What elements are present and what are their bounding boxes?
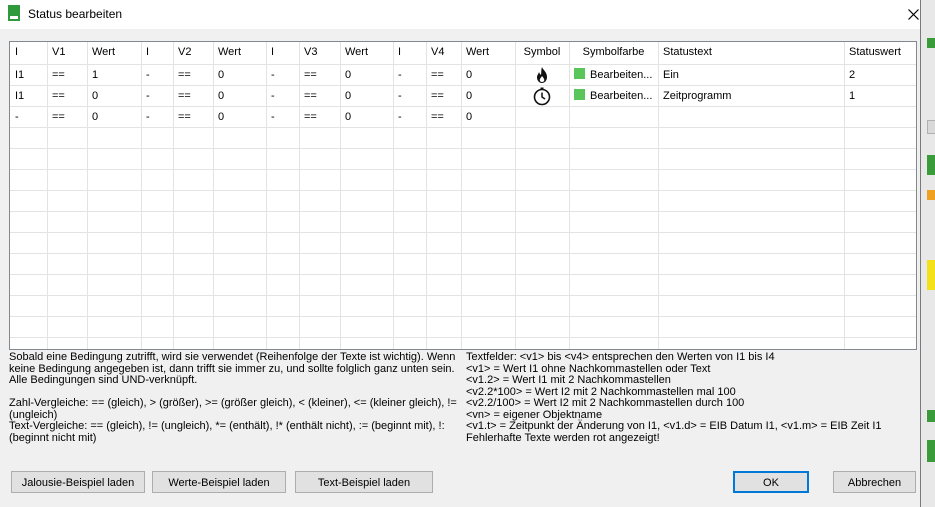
column-header: V2 <box>178 46 192 58</box>
column-header: Wert <box>466 46 490 58</box>
table-cell: == <box>52 69 65 81</box>
table-cell: - <box>398 69 402 81</box>
table-cell: == <box>431 90 444 102</box>
symbol-cell <box>515 86 569 106</box>
column-header: V4 <box>431 46 445 58</box>
column-header: Symbolfarbe <box>582 46 645 58</box>
statustext-cell: Zeitprogramm <box>663 90 732 102</box>
table-cell: 0 <box>345 111 352 123</box>
status-table[interactable]: I V1 Wert I V2 Wert I V3 Wert I V4 Wert Symbol Symbol… <box>9 41 917 350</box>
table-cell: == <box>178 111 191 123</box>
table-cell: == <box>52 111 65 123</box>
statuswert-cell: 2 <box>849 69 856 81</box>
column-header: V1 <box>52 46 66 58</box>
symbol-color-cell[interactable]: Bearbeiten... <box>569 65 658 85</box>
cancel-button[interactable]: Abbrechen <box>833 471 916 493</box>
column-header: Wert <box>92 46 116 58</box>
table-cell: 0 <box>92 90 99 102</box>
grid-line <box>10 253 916 254</box>
color-swatch <box>574 89 585 100</box>
help-text-conditions: Sobald eine Bedingung zutrifft, wird sie… <box>9 351 457 444</box>
flame-icon <box>537 67 547 83</box>
grid-line <box>10 316 916 317</box>
grid-line <box>10 274 916 275</box>
clock-icon <box>533 87 551 106</box>
table-cell: - <box>271 90 275 102</box>
symbol-cell <box>515 65 569 85</box>
load-text-example-button[interactable]: Text-Beispiel laden <box>295 471 433 493</box>
window-title: Status bearbeiten <box>28 7 123 21</box>
table-cell: - <box>271 111 275 123</box>
column-header: Statustext <box>663 46 712 58</box>
close-icon <box>907 9 919 20</box>
table-cell: 0 <box>92 111 99 123</box>
table-cell: 0 <box>218 111 225 123</box>
table-cell: == <box>304 111 317 123</box>
column-header: Symbol <box>523 46 561 58</box>
table-cell: 0 <box>218 69 225 81</box>
statuswert-cell <box>844 107 916 127</box>
color-swatch <box>574 68 585 79</box>
symbol-color-cell <box>569 107 658 127</box>
color-edit-label: Bearbeiten... <box>590 69 653 81</box>
table-cell: 0 <box>466 69 473 81</box>
table-cell: - <box>146 111 150 123</box>
table-cell: 1 <box>92 69 99 81</box>
symbol-cell <box>515 107 569 127</box>
column-header: I <box>398 46 402 58</box>
load-jalousie-example-button[interactable]: Jalousie-Beispiel laden <box>11 471 145 493</box>
table-cell: == <box>52 90 65 102</box>
status-dialog: Status bearbeiten I V1 Wert I V2 Wert I V3 Wert I… <box>0 0 921 507</box>
column-header: I <box>15 46 19 58</box>
grid-line <box>10 127 916 128</box>
table-cell: 0 <box>218 90 225 102</box>
table-cell: == <box>178 69 191 81</box>
grid-line <box>10 169 916 170</box>
table-cell: 0 <box>345 90 352 102</box>
symbol-color-cell[interactable]: Bearbeiten... <box>569 86 658 106</box>
grid-line <box>10 295 916 296</box>
table-cell: - <box>146 90 150 102</box>
load-values-example-button[interactable]: Werte-Beispiel laden <box>152 471 286 493</box>
table-cell: - <box>15 111 19 123</box>
column-header: V3 <box>304 46 318 58</box>
grid-line <box>10 337 916 338</box>
table-cell: I1 <box>15 90 25 102</box>
grid-line <box>10 190 916 191</box>
column-header: I <box>146 46 150 58</box>
table-cell: - <box>398 111 402 123</box>
table-cell: == <box>431 69 444 81</box>
table-cell: 0 <box>345 69 352 81</box>
help-text-fields: Textfelder: <v1> bis <v4> entsprechen de… <box>466 351 882 444</box>
table-cell: - <box>146 69 150 81</box>
close-button[interactable] <box>896 0 930 29</box>
table-cell: == <box>304 90 317 102</box>
table-cell: == <box>178 90 191 102</box>
grid-line <box>10 148 916 149</box>
statustext-cell: Ein <box>663 69 679 81</box>
column-header: Wert <box>218 46 242 58</box>
title-bar: Status bearbeiten <box>0 0 920 29</box>
table-cell: I1 <box>15 69 25 81</box>
grid-line <box>10 211 916 212</box>
column-header: I <box>271 46 275 58</box>
table-cell: == <box>304 69 317 81</box>
status-app-icon <box>8 5 20 21</box>
column-header: Statuswert <box>849 46 901 58</box>
table-cell: 0 <box>466 111 473 123</box>
background-window-edge <box>920 0 935 507</box>
table-cell: == <box>431 111 444 123</box>
statuswert-cell: 1 <box>849 90 856 102</box>
ok-button[interactable]: OK <box>733 471 809 493</box>
grid-line <box>10 232 916 233</box>
color-edit-label: Bearbeiten... <box>590 90 653 102</box>
column-header: Wert <box>345 46 369 58</box>
table-cell: - <box>271 69 275 81</box>
table-cell: - <box>398 90 402 102</box>
table-cell: 0 <box>466 90 473 102</box>
statustext-cell <box>658 107 844 127</box>
